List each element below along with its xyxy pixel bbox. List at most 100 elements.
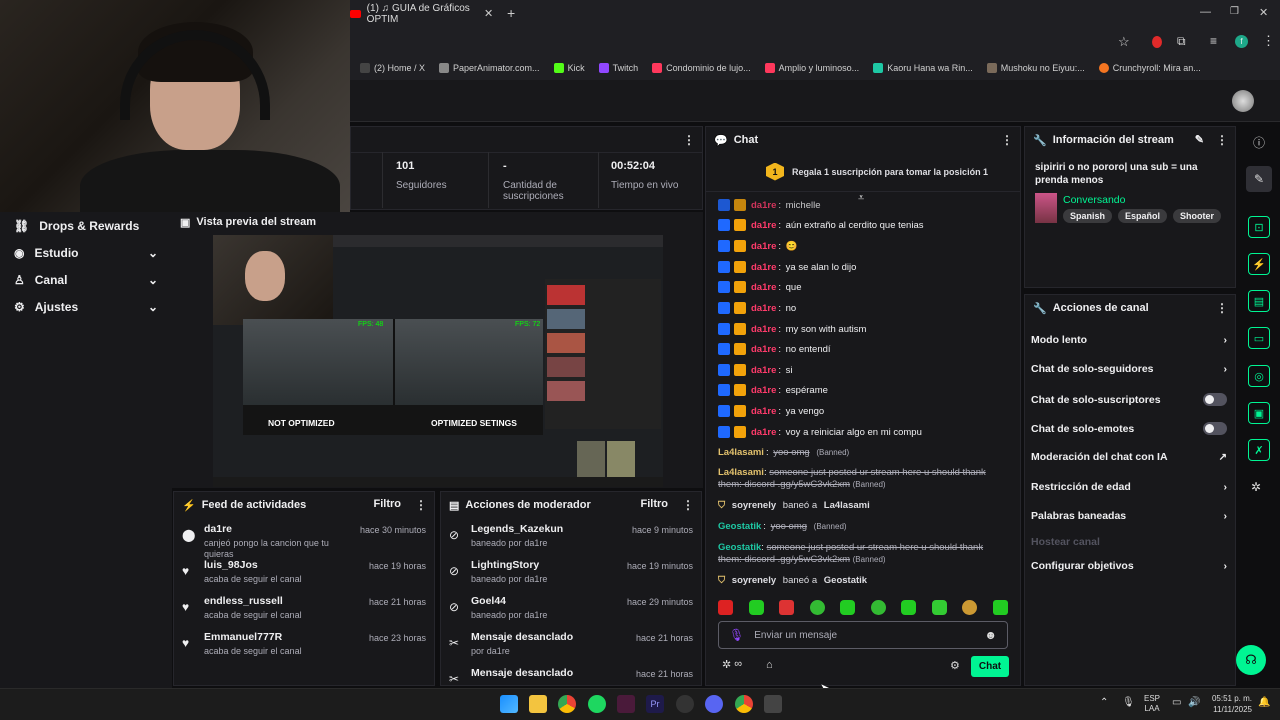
bookmark-paperanimator[interactable]: PaperAnimator.com... (439, 63, 540, 73)
emote-icon[interactable] (718, 600, 733, 615)
bookmark-crunchyroll[interactable]: Crunchyroll: Mira an... (1098, 63, 1201, 73)
action-slow-mode[interactable]: Modo lento › (1031, 334, 1227, 346)
emote-icon[interactable] (748, 600, 764, 615)
chat-message[interactable]: da1re: michelle (718, 199, 821, 211)
filter-button[interactable]: Filtro (641, 498, 669, 512)
sidebar-item-ajustes[interactable]: ⚙ Ajustes ⌄ (0, 293, 172, 320)
extension-red-icon[interactable] (1152, 36, 1162, 48)
tag[interactable]: Shooter (1173, 209, 1222, 223)
action-followers-only[interactable]: Chat de solo-seguidores › (1031, 363, 1227, 375)
clock[interactable]: 05:51 p. m. 11/11/2025 (1206, 693, 1252, 715)
stream-preview-video[interactable]: FPS: 48 FPS: 72 NOT OPTIMIZED OPTIMIZED … (213, 235, 663, 487)
obs-icon[interactable] (676, 695, 694, 713)
window-close-icon[interactable]: ✕ (1259, 6, 1268, 19)
chrome-icon[interactable] (558, 695, 576, 713)
action-subscribers-only[interactable]: Chat de solo-suscriptores (1031, 393, 1227, 406)
mod-action-item[interactable]: ✂ Mensaje desanclado hace 21 horas (441, 662, 701, 685)
activity-item[interactable]: ♥ Emmanuel777R acaba de seguir el canal hac… (174, 626, 434, 662)
info-icon[interactable]: ⓘ (1253, 134, 1265, 151)
tray-chevron-icon[interactable]: ⌃ (1100, 697, 1108, 708)
chat-message[interactable]: da1re: si (718, 364, 793, 376)
browser-menu-icon[interactable]: ⋮ (1262, 33, 1275, 49)
file-explorer-icon[interactable] (529, 695, 547, 713)
collapse-icon[interactable]: ⩡ (858, 192, 864, 205)
action-emote-only[interactable]: Chat de solo-emotes (1031, 422, 1227, 435)
activity-item[interactable]: ♥ endless_russell acaba de seguir el canal… (174, 590, 434, 626)
volume-icon[interactable]: 🔊 (1188, 697, 1200, 708)
premiere-icon[interactable]: Pr (646, 695, 664, 713)
maximize-icon[interactable]: ❐ (1230, 6, 1239, 17)
more-icon[interactable]: ⋮ (1001, 133, 1013, 147)
sidebar-item-canal[interactable]: ♙ Canal ⌄ (0, 266, 172, 293)
bookmark-mushoku[interactable]: Mushoku no Eiyuu:... (986, 63, 1085, 73)
chat-message[interactable]: da1re: que (718, 281, 802, 293)
game-icon[interactable] (764, 695, 782, 713)
wrench-icon[interactable]: ✗ (1248, 439, 1270, 461)
profile-avatar[interactable]: f (1235, 35, 1248, 48)
chat-message[interactable]: da1re: espérame (718, 384, 828, 396)
windows-start-icon[interactable] (500, 695, 518, 713)
action-banned-words[interactable]: Palabras baneadas › (1031, 510, 1227, 522)
extensions-icon[interactable]: ⧉ (1177, 34, 1186, 49)
help-button[interactable]: ☊ (1236, 645, 1266, 675)
more-icon[interactable]: ⋮ (1216, 133, 1228, 147)
more-icon[interactable]: ⋮ (1216, 301, 1228, 315)
bookmark-kaoru[interactable]: Kaoru Hana wa Rin... (873, 63, 973, 73)
chat-input[interactable]: 🎙 Enviar un mensaje ☻ (718, 621, 1008, 649)
channel-points-icon[interactable]: ✲ (1251, 480, 1261, 494)
more-icon[interactable]: ⋮ (682, 498, 694, 512)
chat-message[interactable]: da1re: my son with autism (718, 323, 866, 335)
emote-icon[interactable] (840, 600, 856, 615)
panel-icon[interactable]: ▣ (1248, 402, 1270, 424)
tray-mic-icon[interactable]: 🎙 (1122, 697, 1135, 708)
document-icon[interactable]: ▤ (1248, 290, 1270, 312)
bookmark-condominio[interactable]: Condominio de lujo... (652, 63, 751, 73)
activity-item[interactable]: ♥ luis_98Jos acaba de seguir el canal hace … (174, 554, 434, 590)
action-ai-moderation[interactable]: Moderación del chat con IA ↗ (1031, 451, 1227, 463)
chat-message[interactable]: da1re: voy a reiniciar algo en mi compu (718, 426, 922, 438)
activity-item[interactable]: ⬤ da1re canjeó pongo la cancion que tu qui… (174, 518, 434, 559)
spotify-icon[interactable] (588, 695, 606, 713)
banned-message[interactable]: Geostatik: yoo omg (Banned) (718, 521, 847, 532)
stats-menu-icon[interactable]: ⋮ (683, 133, 695, 147)
chat-message[interactable]: da1re: 😊 (718, 240, 797, 252)
notification-icon[interactable]: 🔔 (1258, 697, 1270, 708)
chrome-profile-icon[interactable] (735, 695, 753, 713)
bookmark-kick[interactable]: Kick (553, 63, 585, 73)
pencil-icon[interactable]: ✎ (1246, 166, 1272, 192)
channel-points-button[interactable]: ✲ ∞ (722, 658, 742, 671)
banned-message[interactable]: Geostatik: someone just posted ur stream… (718, 542, 1008, 566)
chat-message[interactable]: da1re: ya vengo (718, 405, 824, 417)
bookmark-amplio[interactable]: Amplio y luminoso... (764, 63, 859, 73)
media-control-icon[interactable]: ≡ (1210, 34, 1217, 48)
tag[interactable]: Español (1118, 209, 1168, 223)
toggle-switch[interactable] (1203, 422, 1227, 435)
tab-close-icon[interactable]: ✕ (484, 7, 493, 20)
user-avatar[interactable] (1232, 90, 1254, 112)
leaderboard-banner[interactable]: 1 Regala 1 suscripción para tomar la pos… (706, 152, 1020, 192)
action-age-restriction[interactable]: Restricción de edad › (1031, 481, 1227, 493)
chat-message[interactable]: da1re: aún extraño al cerdito que tenias (718, 219, 923, 231)
chat-message[interactable]: da1re: ya se alan lo dijo (718, 261, 856, 273)
tag[interactable]: Spanish (1063, 209, 1113, 223)
sidebar-item-drops[interactable]: ⛓ Drops & Rewards (0, 212, 172, 239)
new-tab-icon[interactable]: + (507, 5, 515, 21)
banned-message[interactable]: La4lasami: yoo omg (Banned) (718, 447, 849, 458)
emote-icon[interactable] (870, 600, 886, 615)
edit-icon[interactable]: ✎ (1195, 133, 1204, 147)
network-icon[interactable]: ▭ (1172, 697, 1181, 708)
banned-message[interactable]: La4lasami: someone just posted ur stream… (718, 467, 1008, 491)
chat-message[interactable]: da1re: no entendí (718, 343, 831, 355)
sidebar-item-estudio[interactable]: ◉ Estudio ⌄ (0, 239, 172, 266)
mod-action-item[interactable]: ✂ Mensaje desanclado por da1re hace 21 hora… (441, 626, 701, 662)
emoji-icon[interactable]: ☻ (984, 628, 997, 642)
mod-action-item[interactable]: ⊘ LightingStory baneado por da1re hace 19 m… (441, 554, 701, 590)
toggle-switch[interactable] (1203, 393, 1227, 406)
more-icon[interactable]: ⋮ (415, 498, 427, 512)
clip-icon[interactable]: ⊡ (1248, 216, 1270, 238)
language-indicator[interactable]: ESP LAA (1144, 694, 1160, 714)
bookmark-star-icon[interactable]: ☆ (1118, 34, 1130, 50)
browser-tab[interactable]: (1) ♫ GUIA de Gráficos OPTIM (350, 3, 500, 25)
bolt-icon[interactable]: ⚡ (1248, 253, 1270, 275)
emote-icon[interactable] (962, 600, 978, 615)
